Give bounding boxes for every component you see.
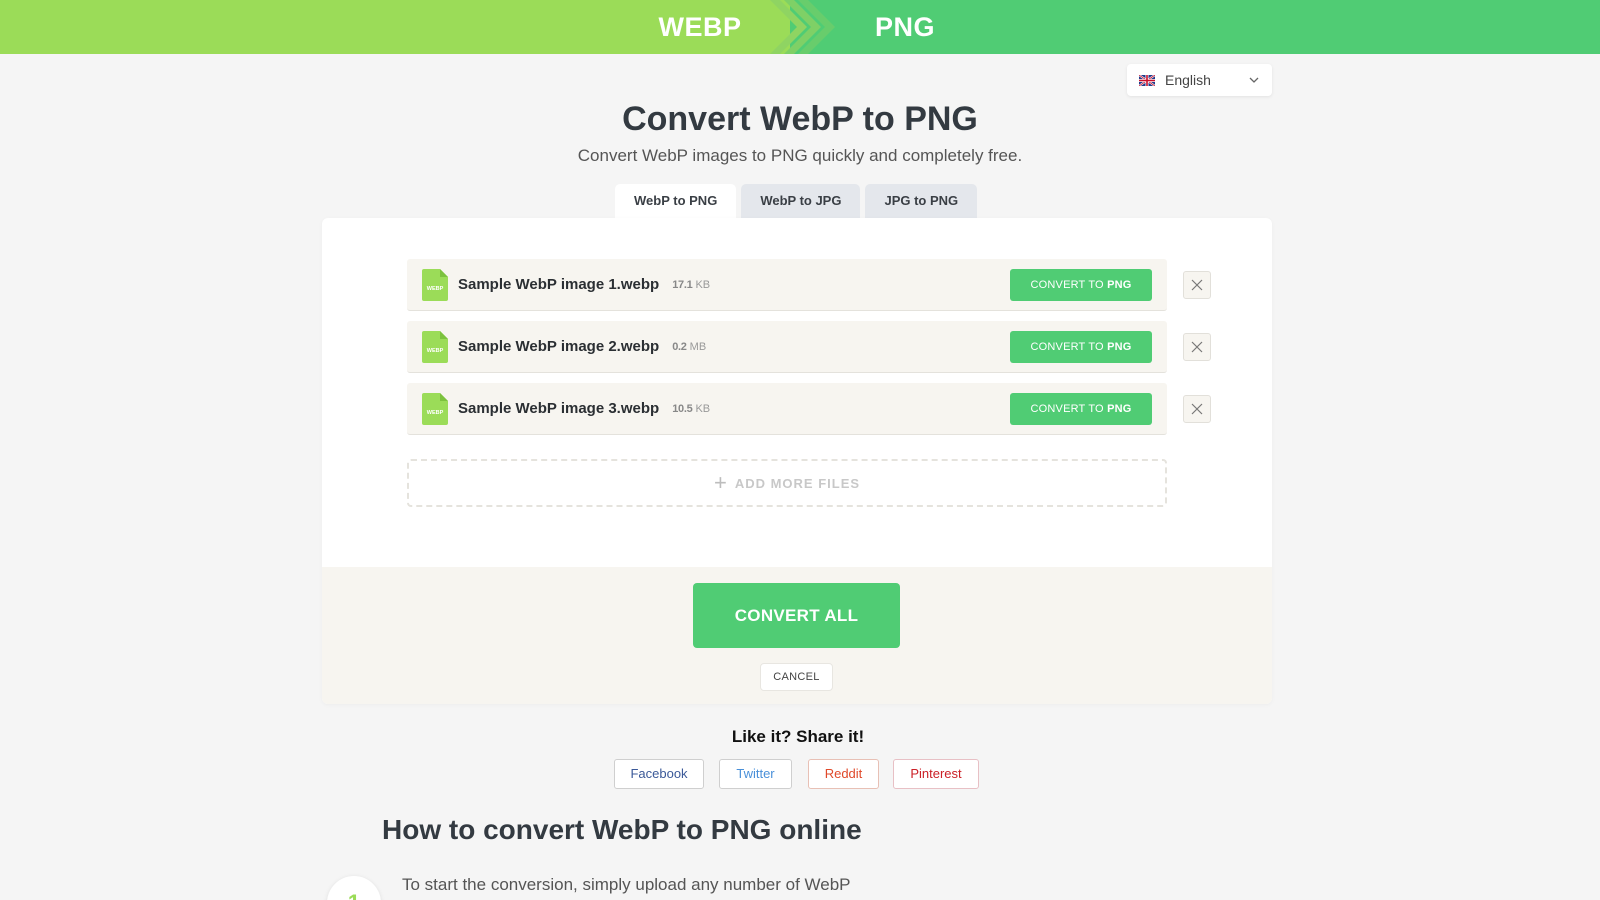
close-icon: [1191, 341, 1203, 353]
tab-webp-to-png[interactable]: WebP to PNG: [615, 184, 737, 218]
cancel-button[interactable]: CANCEL: [760, 663, 833, 691]
page-title: Convert WebP to PNG: [622, 100, 978, 138]
share-facebook-button[interactable]: Facebook: [614, 759, 704, 789]
convert-to-png-button[interactable]: CONVERT TO PNG: [1010, 393, 1152, 425]
file-name: Sample WebP image 2.webp: [458, 338, 660, 355]
uk-flag-icon: [1139, 74, 1155, 86]
convert-to-png-button[interactable]: CONVERT TO PNG: [1010, 269, 1152, 301]
arrow-chevrons-icon: [770, 0, 835, 54]
convert-to-png-button[interactable]: CONVERT TO PNG: [1010, 331, 1152, 363]
remove-file-button[interactable]: [1183, 271, 1211, 299]
file-row: WEBP Sample WebP image 3.webp 10.5 KB CO…: [407, 383, 1167, 435]
svg-text:WEBP: WEBP: [427, 348, 444, 354]
converter-tabs: WebP to PNG WebP to JPG JPG to PNG: [615, 184, 978, 218]
webp-file-icon: WEBP: [422, 392, 448, 425]
share-reddit-button[interactable]: Reddit: [808, 759, 879, 789]
file-row: WEBP Sample WebP image 1.webp 17.1 KB CO…: [407, 259, 1167, 311]
file-name: Sample WebP image 3.webp: [458, 400, 660, 417]
step-text: To start the conversion, simply upload a…: [402, 875, 851, 894]
converter-card: WEBP Sample WebP image 1.webp 17.1 KB CO…: [322, 218, 1272, 704]
share-title: Like it? Share it!: [731, 727, 865, 746]
step-number-badge: 1: [327, 876, 381, 900]
webp-file-icon: WEBP: [422, 268, 448, 301]
howto-title: How to convert WebP to PNG online: [382, 814, 862, 845]
banner-target-label: PNG: [874, 12, 935, 42]
convert-all-button[interactable]: CONVERT ALL: [693, 583, 900, 648]
tab-webp-to-jpg[interactable]: WebP to JPG: [741, 184, 861, 218]
add-more-files-button[interactable]: + ADD MORE FILES: [407, 459, 1167, 507]
file-size: 10.5 KB: [672, 402, 711, 415]
tab-jpg-to-png[interactable]: JPG to PNG: [865, 184, 978, 218]
close-icon: [1191, 403, 1203, 415]
remove-file-button[interactable]: [1183, 395, 1211, 423]
page-subtitle: Convert WebP images to PNG quickly and c…: [577, 146, 1023, 165]
close-icon: [1191, 279, 1203, 291]
add-more-label: ADD MORE FILES: [734, 475, 861, 491]
language-selector[interactable]: English: [1127, 64, 1272, 96]
language-label: English: [1165, 72, 1211, 88]
file-size: 0.2 MB: [672, 340, 707, 353]
svg-text:WEBP: WEBP: [427, 410, 444, 416]
chevron-down-icon: [1249, 77, 1259, 83]
file-size: 17.1 KB: [672, 278, 711, 291]
webp-file-icon: WEBP: [422, 330, 448, 363]
file-name: Sample WebP image 1.webp: [458, 276, 660, 293]
share-pinterest-button[interactable]: Pinterest: [893, 759, 979, 789]
svg-text:WEBP: WEBP: [427, 286, 444, 292]
share-twitter-button[interactable]: Twitter: [719, 759, 792, 789]
plus-icon: +: [713, 470, 728, 495]
remove-file-button[interactable]: [1183, 333, 1211, 361]
file-row: WEBP Sample WebP image 2.webp 0.2 MB CON…: [407, 321, 1167, 373]
format-banner: WEBP PNG: [0, 0, 1600, 54]
banner-source-label: WEBP: [658, 12, 742, 42]
